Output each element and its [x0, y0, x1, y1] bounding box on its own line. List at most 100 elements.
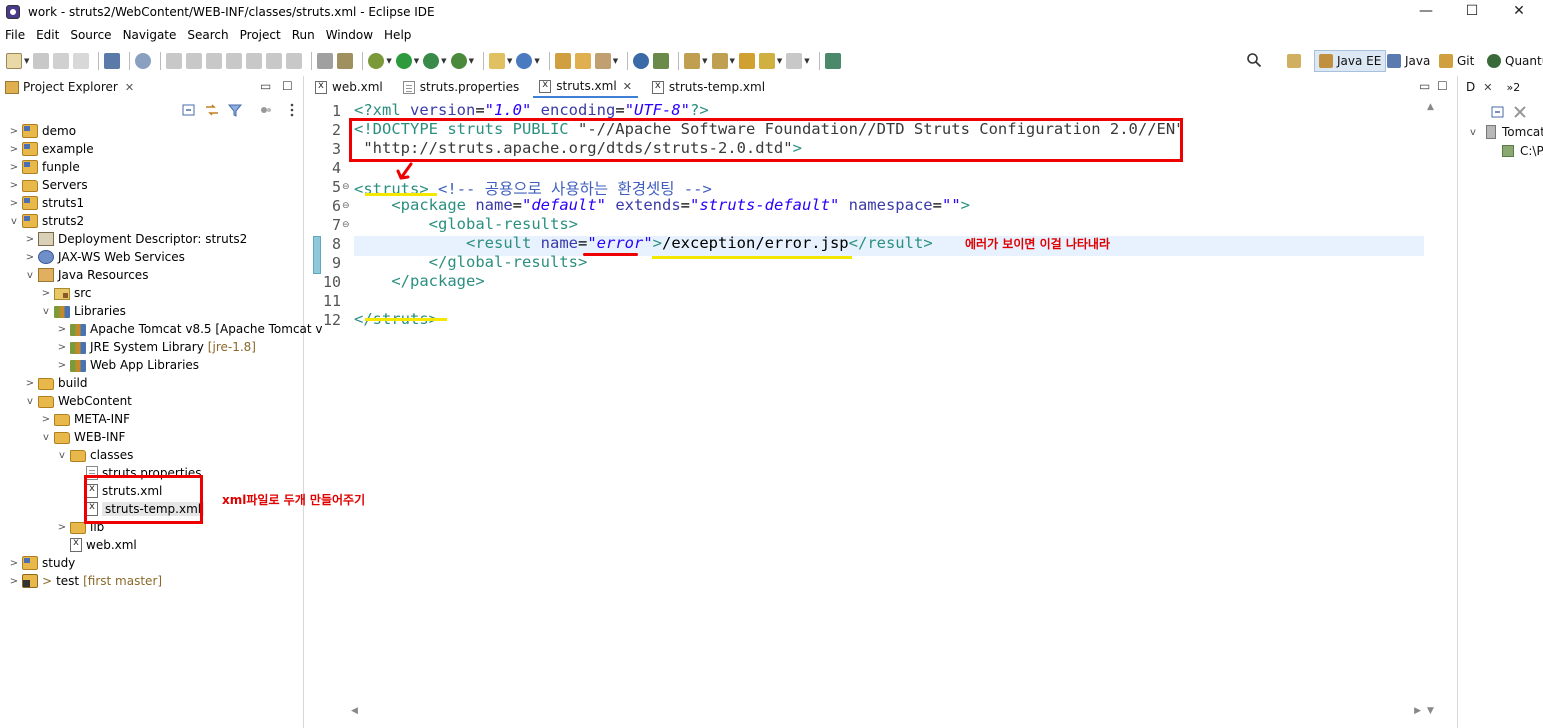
tree-item[interactable]: v classes	[56, 446, 133, 464]
open-perspective-button[interactable]	[1283, 50, 1309, 72]
perspective-java[interactable]: Java	[1383, 50, 1434, 72]
menu-file[interactable]: File	[5, 28, 31, 42]
perspective-git[interactable]: Git	[1435, 50, 1478, 72]
toggle-mark-icon[interactable]	[337, 53, 354, 69]
expanded-twisty-icon[interactable]: v	[8, 216, 20, 227]
new-server-dropdown-icon[interactable]: ▼	[507, 57, 512, 65]
collapsed-twisty-icon[interactable]: >	[56, 522, 68, 533]
expand-twisty-icon[interactable]: v	[1470, 127, 1482, 138]
tree-item[interactable]: > src	[40, 284, 92, 302]
link-with-editor-icon[interactable]	[204, 102, 220, 118]
scroll-left-icon[interactable]: ◀	[351, 706, 358, 716]
fold-toggle-icon[interactable]: ⊖	[342, 201, 350, 211]
menu-project[interactable]: Project	[240, 28, 287, 42]
forward-dropdown-icon[interactable]: ▼	[804, 57, 809, 65]
external-tools-icon[interactable]	[450, 53, 467, 69]
collapsed-twisty-icon[interactable]: >	[8, 198, 20, 209]
globe-icon[interactable]	[633, 53, 650, 69]
save-icon[interactable]	[33, 53, 50, 69]
project-explorer-tab[interactable]: Project Explorer ✕ ▭ ☐	[0, 76, 303, 98]
close-view-icon[interactable]: ✕	[1483, 81, 1492, 94]
search-tool-icon[interactable]	[653, 53, 670, 69]
open-task-icon[interactable]	[574, 53, 591, 69]
vertical-scrollbar[interactable]: ▲ ▼	[1425, 100, 1439, 718]
collapsed-twisty-icon[interactable]: >	[8, 162, 20, 173]
coverage-icon[interactable]	[423, 53, 440, 69]
new-web-service-dropdown-icon[interactable]: ▼	[534, 57, 539, 65]
disconnect-icon[interactable]	[226, 53, 243, 69]
print-icon[interactable]	[73, 53, 90, 69]
new-dropdown-icon[interactable]: ▼	[24, 57, 29, 65]
view-menu-icon[interactable]	[284, 102, 300, 118]
debug-dropdown-icon[interactable]: ▼	[386, 57, 391, 65]
code-line[interactable]: </global-results>	[354, 253, 588, 271]
menu-search[interactable]: Search	[187, 28, 234, 42]
debug-icon[interactable]	[368, 53, 385, 69]
close-view-icon[interactable]: ✕	[125, 81, 134, 94]
tree-item[interactable]: > JAX-WS Web Services	[24, 248, 185, 266]
code-line[interactable]: <result name="error">/exception/error.js…	[354, 234, 933, 252]
search-icon[interactable]	[1246, 52, 1262, 68]
expanded-twisty-icon[interactable]: v	[24, 270, 36, 281]
format-icon[interactable]	[317, 53, 334, 69]
expanded-twisty-icon[interactable]: v	[56, 450, 68, 461]
tree-item[interactable]: > Servers	[8, 176, 88, 194]
tree-item[interactable]: v WEB-INF	[40, 428, 125, 446]
tree-item[interactable]: > JRE System Library [jre-1.8]	[56, 338, 256, 356]
tree-item[interactable]: web.xml	[56, 536, 137, 554]
collapsed-twisty-icon[interactable]: >	[8, 126, 20, 137]
collapsed-twisty-icon[interactable]: >	[8, 576, 20, 587]
code-line[interactable]: <?xml version="1.0" encoding="UTF-8"?>	[354, 101, 709, 119]
collapsed-twisty-icon[interactable]: >	[40, 414, 52, 425]
save-all-icon[interactable]	[53, 53, 70, 69]
scroll-down-icon[interactable]: ▼	[1427, 706, 1434, 716]
tree-item[interactable]: > struts1	[8, 194, 84, 212]
menu-edit[interactable]: Edit	[36, 28, 65, 42]
menu-navigate[interactable]: Navigate	[123, 28, 183, 42]
terminal-icon[interactable]	[104, 53, 121, 69]
menu-run[interactable]: Run	[292, 28, 321, 42]
horizontal-scrollbar[interactable]: ◀ ▶	[351, 706, 1421, 718]
menu-source[interactable]: Source	[70, 28, 117, 42]
collapsed-twisty-icon[interactable]: >	[24, 234, 36, 245]
expanded-twisty-icon[interactable]: v	[40, 432, 52, 443]
scroll-up-icon[interactable]: ▲	[1427, 102, 1434, 112]
tree-item[interactable]: > funple	[8, 158, 80, 176]
collapsed-twisty-icon[interactable]: >	[24, 252, 36, 263]
collapsed-twisty-icon[interactable]: >	[8, 558, 20, 569]
step-into-icon[interactable]	[246, 53, 263, 69]
code-editor[interactable]: 1 2 3 4 5 ⊖ 6 ⊖ 7 ⊖ 8 9 10 11 12 <?xml version="1.0" e…	[309, 100, 1439, 718]
minimize-button[interactable]: —	[1403, 0, 1449, 24]
collapsed-twisty-icon[interactable]: >	[56, 342, 68, 353]
resume-icon[interactable]	[166, 53, 183, 69]
coverage-dropdown-icon[interactable]: ▼	[441, 57, 446, 65]
remove-icon[interactable]	[1512, 104, 1528, 120]
new-icon[interactable]	[6, 53, 22, 69]
editor-tab-struts-properties[interactable]: struts.properties	[397, 76, 526, 98]
collapsed-twisty-icon[interactable]: >	[24, 378, 36, 389]
scroll-right-icon[interactable]: ▶	[1414, 706, 1421, 716]
minimize-view-icon[interactable]: ▭	[260, 79, 271, 93]
menu-help[interactable]: Help	[384, 28, 417, 42]
servers-tab[interactable]: D ✕ »2	[1458, 76, 1543, 98]
suspend-icon[interactable]	[186, 53, 203, 69]
terminate-icon[interactable]	[206, 53, 223, 69]
tree-item[interactable]: v struts2	[8, 212, 84, 230]
editor-tab-struts-xml[interactable]: struts.xml ✕	[533, 76, 638, 98]
run-dropdown-icon[interactable]: ▼	[414, 57, 419, 65]
tree-item[interactable]: v WebContent	[24, 392, 132, 410]
editor-tab-struts-temp-xml[interactable]: struts-temp.xml	[646, 76, 771, 98]
code-line[interactable]: </package>	[354, 272, 484, 290]
tree-item[interactable]: > > test [first master]	[8, 572, 162, 590]
fold-toggle-icon[interactable]: ⊖	[342, 220, 350, 230]
tree-item[interactable]: > META-INF	[40, 410, 130, 428]
editor-tab-web-xml[interactable]: web.xml	[309, 76, 389, 98]
fold-toggle-icon[interactable]: ⊖	[342, 182, 350, 192]
tree-item[interactable]: > demo	[8, 122, 76, 140]
collapsed-twisty-icon[interactable]: >	[56, 360, 68, 371]
maximize-button[interactable]: ☐	[1449, 0, 1495, 24]
perspective-java-ee[interactable]: Java EE	[1314, 50, 1387, 72]
expanded-twisty-icon[interactable]: v	[24, 396, 36, 407]
step-over-icon[interactable]	[266, 53, 283, 69]
maximize-view-icon[interactable]: ☐	[282, 79, 293, 93]
